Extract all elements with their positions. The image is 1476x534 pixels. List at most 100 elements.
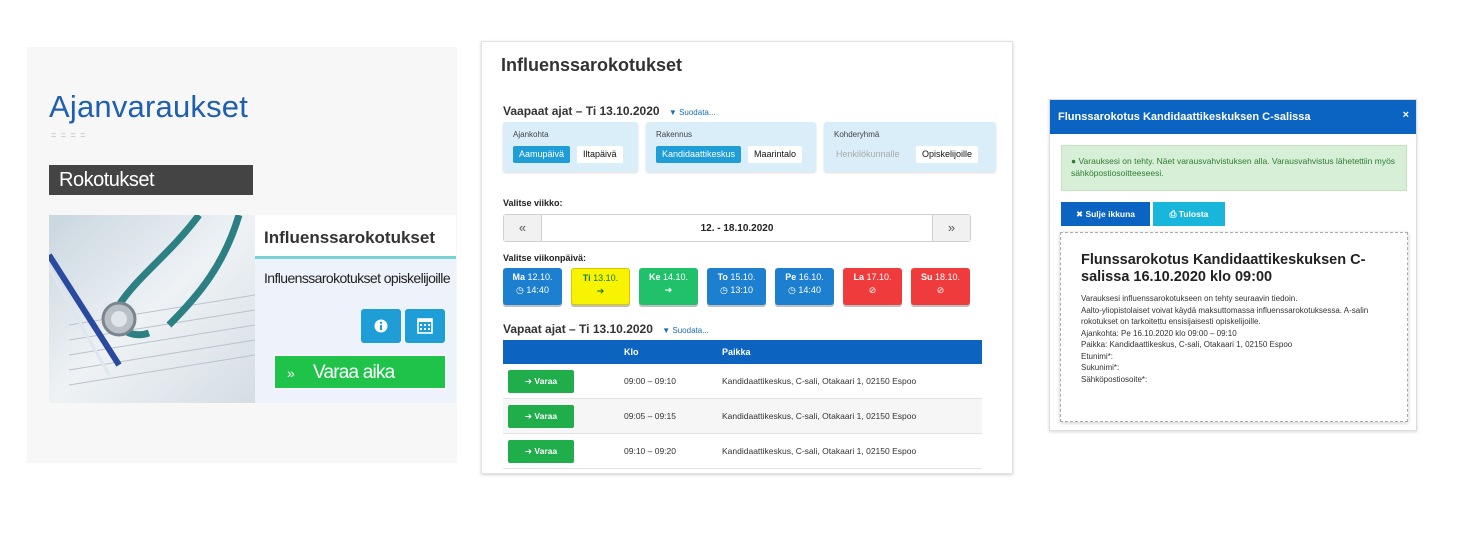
day-button-pe[interactable]: Pe 16.10. ◷ 14:40 [775, 268, 834, 305]
info-button[interactable] [361, 309, 401, 343]
table-row: ➔ Varaa 09:05 – 09:15 Kandidaattikeskus,… [503, 399, 982, 434]
close-icon: ✖ [1075, 209, 1084, 219]
slot-place: Kandidaattikeskus, C-sali, Otakaari 1, 0… [722, 446, 917, 456]
filter-group-target: Kohderyhmä Henkilökunnalle Opiskelijoill… [824, 122, 996, 172]
table-filter-link[interactable]: ▼ Suodata... [662, 326, 709, 335]
confirmation-line: Etunimi*: [1081, 351, 1114, 361]
free-times-heading-text: Vaapaat ajat – Ti 13.10.2020 [503, 104, 660, 118]
vaccination-card[interactable]: Influenssarokotukset Influenssarokotukse… [255, 215, 456, 403]
day-date: 14.10. [663, 272, 689, 282]
week-label: Valitse viikko: [503, 198, 563, 208]
day-date: 18.10. [935, 272, 961, 282]
info-icon [374, 319, 388, 333]
slot-time: 09:00 – 09:10 [624, 376, 676, 386]
print-label: Tulosta [1178, 209, 1209, 219]
confirmation-line: Ajankohta: Pe 16.10.2020 klo 09:00 – 09:… [1081, 328, 1237, 338]
modal-title: Flunssarokotus Kandidaattikeskuksen C-sa… [1058, 111, 1311, 123]
free-times-heading: Vaapaat ajat – Ti 13.10.2020 ▼ Suodata..… [503, 104, 716, 118]
confirmation-line: Aalto-yliopistolaiset voivat käydä maksu… [1081, 305, 1369, 327]
filter-link-label: Suodata... [679, 108, 716, 117]
slot-place: Kandidaattikeskus, C-sali, Otakaari 1, 0… [722, 411, 917, 421]
clock-icon: ◷ [788, 285, 796, 295]
day-first-time: 14:40 [798, 285, 821, 295]
clock-icon: ◷ [720, 285, 728, 295]
book-appointment-label: Varaa aika [313, 362, 395, 383]
slot-time: 09:10 – 09:20 [624, 446, 676, 456]
book-slot-label: Varaa [534, 376, 558, 386]
day-abbr: Ma [512, 272, 525, 282]
day-button-ke[interactable]: Ke 14.10. ➔ [639, 268, 698, 305]
book-slot-label: Varaa [534, 446, 558, 456]
ban-icon: ⊘ [868, 285, 877, 295]
book-slot-button[interactable]: ➔ Varaa [508, 440, 574, 463]
column-header-place: Paikka [722, 347, 751, 357]
day-first-time: 13:10 [730, 285, 753, 295]
arrow-right-icon: ➔ [524, 411, 533, 421]
close-window-label: Sulje ikkuna [1085, 209, 1136, 219]
filter-chip-kandidaattikeskus[interactable]: Kandidaattikeskus [656, 146, 742, 163]
modal-header: Flunssarokotus Kandidaattikeskuksen C-sa… [1050, 100, 1416, 134]
confirmation-title: Flunssarokotus Kandidaattikeskuksen C-sa… [1081, 252, 1366, 285]
day-date: 15.10. [730, 272, 756, 282]
filter-link[interactable]: ▼ Suodata... [669, 108, 716, 117]
filter-chip-maarintalo[interactable]: Maarintalo [748, 146, 803, 163]
close-icon[interactable]: × [1403, 109, 1409, 121]
confirmation-body: Varauksesi influenssarokotukseen on teht… [1081, 293, 1391, 385]
confirmation-line: Sähköpostiosoite*: [1081, 374, 1148, 384]
day-button-su[interactable]: Su 18.10. ⊘ [911, 268, 970, 305]
arrow-right-icon: ➔ [596, 286, 605, 296]
week-navigator: « 12. - 18.10.2020 » [503, 214, 971, 242]
table-row: ➔ Varaa 09:00 – 09:10 Kandidaattikeskus,… [503, 364, 982, 399]
book-slot-button[interactable]: ➔ Varaa [508, 370, 574, 393]
page-title: Ajanvaraukset [49, 89, 249, 124]
day-abbr: Pe [785, 272, 797, 282]
panel-title: Influenssarokotukset [501, 55, 683, 75]
filter-group-time: Ajankohta Aamupäivä Iltapäivä [503, 122, 638, 172]
close-window-button[interactable]: ✖ Sulje ikkuna [1061, 202, 1150, 226]
table-header: Klo Paikka [503, 340, 982, 364]
confirmation-card: Flunssarokotus Kandidaattikeskuksen C-sa… [1060, 232, 1408, 422]
table-heading-text: Vapaat ajat – Ti 13.10.2020 [503, 322, 653, 336]
ban-icon: ⊘ [936, 285, 945, 295]
filter-chip-afternoon[interactable]: Iltapäivä [577, 146, 623, 163]
day-abbr: To [717, 272, 728, 282]
clock-icon: ◷ [516, 285, 524, 295]
success-alert: ● Varauksesi on tehty. Näet varausvahvis… [1061, 145, 1407, 191]
table-row: ➔ Varaa 09:10 – 09:20 Kandidaattikeskus,… [503, 434, 982, 469]
filter-icon: ▼ [662, 326, 671, 335]
book-slot-button[interactable]: ➔ Varaa [508, 405, 574, 428]
filter-chip-staff[interactable]: Henkilökunnalle [830, 146, 906, 163]
card-title: Influenssarokotukset [255, 215, 456, 259]
arrow-right-icon: ➔ [664, 285, 673, 295]
day-button-ti[interactable]: Ti 13.10. ➔ [571, 268, 630, 305]
filter-group-label: Ajankohta [513, 130, 549, 139]
filter-group-building: Rakennus Kandidaattikeskus Maarintalo [646, 122, 816, 172]
day-button-la[interactable]: La 17.10. ⊘ [843, 268, 902, 305]
day-date: 13.10. [593, 273, 619, 283]
title-underline: = = = = [51, 130, 87, 140]
filter-chip-morning[interactable]: Aamupäivä [513, 146, 571, 163]
week-range: 12. - 18.10.2020 [700, 223, 774, 234]
table-heading: Vapaat ajat – Ti 13.10.2020 ▼ Suodata... [503, 322, 709, 336]
day-abbr: Su [920, 272, 933, 282]
slot-time: 09:05 – 09:15 [624, 411, 676, 421]
next-week-button[interactable]: » [932, 215, 970, 241]
confirmation-line: Sukunimi*: [1081, 363, 1120, 372]
confirmation-modal: Flunssarokotus Kandidaattikeskuksen C-sa… [1049, 99, 1417, 431]
arrow-right-icon: ➔ [524, 446, 533, 456]
calendar-button[interactable] [405, 309, 445, 343]
chevron-right-icon: » [287, 365, 295, 381]
print-button[interactable]: ⎙ Tulosta [1153, 202, 1225, 226]
info-circle-icon: ● [1071, 156, 1077, 166]
card-subtitle: Influenssarokotukset opiskelijoille [264, 270, 451, 286]
day-date: 16.10. [798, 272, 824, 282]
filter-chip-students[interactable]: Opiskelijoille [916, 146, 979, 163]
day-button-to[interactable]: To 15.10. ◷ 13:10 [707, 268, 766, 305]
day-button-ma[interactable]: Ma 12.10. ◷ 14:40 [503, 268, 562, 305]
slot-selection-panel: Influenssarokotukset Vaapaat ajat – Ti 1… [481, 41, 1013, 474]
prev-week-button[interactable]: « [504, 215, 542, 241]
book-appointment-button[interactable]: » Varaa aika [274, 355, 446, 389]
day-first-time: 14:40 [526, 285, 549, 295]
confirmation-line: Varauksesi influenssarokotukseen on teht… [1081, 294, 1298, 303]
stethoscope-illustration [49, 215, 255, 403]
